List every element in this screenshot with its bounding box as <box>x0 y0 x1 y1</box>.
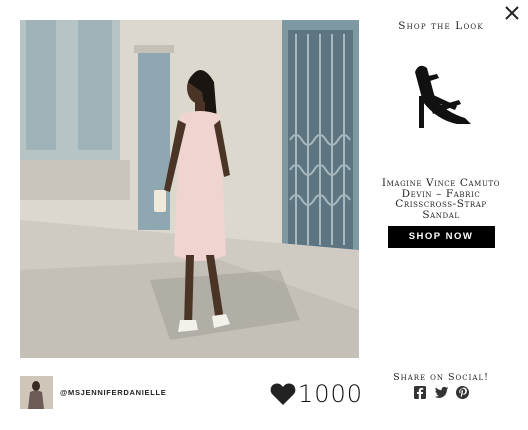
shop-the-look-title: Shop the Look <box>398 20 484 32</box>
product-name[interactable]: Imagine Vince Camuto Devin – Fabric Cris… <box>381 178 501 220</box>
shop-the-look-panel: Shop the Look Imagine Vince Camuto Devin… <box>372 18 510 248</box>
like-count: 1000 <box>298 380 364 408</box>
facebook-icon[interactable] <box>414 386 426 399</box>
product-image[interactable] <box>386 52 496 134</box>
look-photo <box>20 20 359 358</box>
twitter-icon[interactable] <box>435 386 449 399</box>
shop-now-button[interactable]: SHOP NOW <box>387 226 495 248</box>
share-icons <box>414 386 469 399</box>
username-link[interactable]: @MSJENNIFERDANIELLE <box>60 388 166 397</box>
pinterest-icon[interactable] <box>456 386 469 399</box>
avatar-image <box>20 376 53 409</box>
look-photo-illustration <box>20 20 359 358</box>
sandal-image <box>415 65 471 128</box>
avatar[interactable] <box>20 376 53 409</box>
heart-icon <box>270 383 296 405</box>
share-title: Share on Social! <box>393 372 489 383</box>
like-button[interactable]: 1000 <box>270 379 363 409</box>
